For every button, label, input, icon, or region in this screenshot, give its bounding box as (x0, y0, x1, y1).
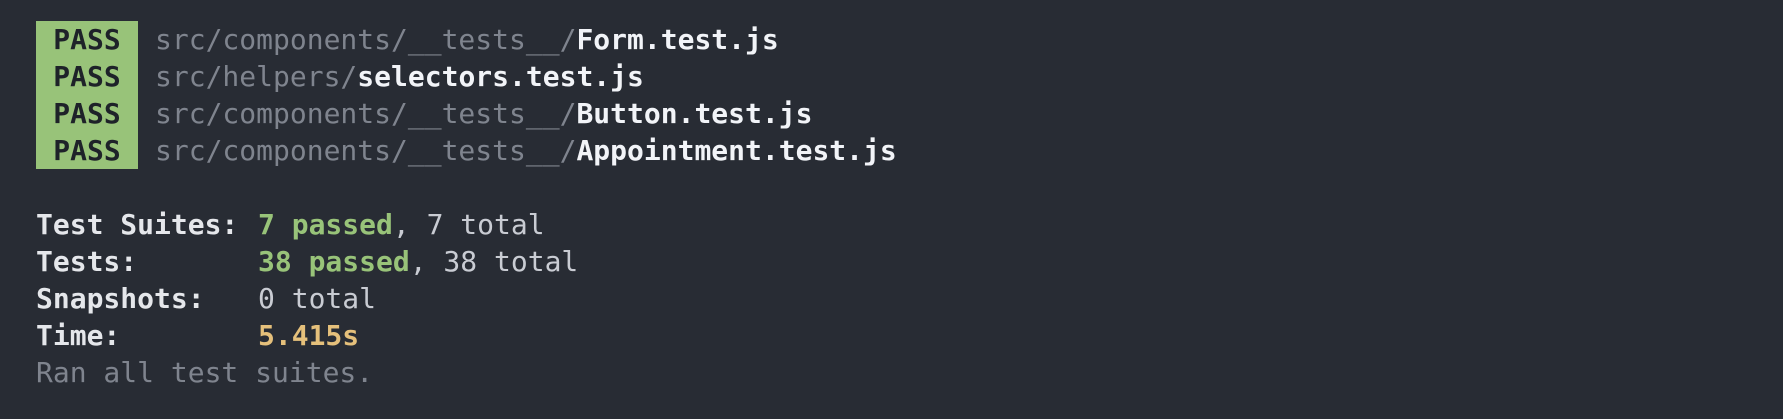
test-result-line: PASS src/helpers/ selectors.test.js (36, 58, 1783, 95)
summary-label: Snapshots: (36, 282, 205, 315)
test-result-line: PASS src/components/__tests__/ Appointme… (36, 132, 1783, 169)
test-result-line: PASS src/components/__tests__/ Form.test… (36, 21, 1783, 58)
summary-total-count: , 38 total (409, 245, 579, 278)
test-file-name: Button.test.js (576, 97, 813, 130)
test-file-directory: src/components/__tests__/ (155, 97, 577, 130)
test-file-name: Form.test.js (576, 23, 779, 56)
run-status-message: Ran all test suites. (36, 356, 374, 389)
summary-snapshot-count: 0 total (258, 282, 377, 315)
pass-badge: PASS (36, 21, 138, 58)
test-file-directory: src/components/__tests__/ (155, 134, 577, 167)
summary-time: Time: 5.415s (36, 317, 1783, 354)
summary-snapshots: Snapshots: 0 total (36, 280, 1783, 317)
summary-label: Tests: (36, 245, 138, 278)
summary-label: Time: (36, 319, 121, 352)
summary-tests: Tests: 38 passed , 38 total (36, 243, 1783, 280)
test-file-name: selectors.test.js (357, 60, 644, 93)
summary-passed-count: 7 passed (258, 208, 393, 241)
summary-passed-count: 38 passed (258, 245, 410, 278)
test-file-name: Appointment.test.js (576, 134, 897, 167)
test-file-directory: src/helpers/ (155, 60, 358, 93)
test-file-directory: src/components/__tests__/ (155, 23, 577, 56)
test-result-line: PASS src/components/__tests__/ Button.te… (36, 95, 1783, 132)
summary-test-suites: Test Suites: 7 passed , 7 total (36, 206, 1783, 243)
summary-time-value: 5.415s (258, 319, 360, 352)
pass-badge: PASS (36, 58, 138, 95)
terminal-output: PASS src/components/__tests__/ Form.test… (0, 0, 1783, 419)
pass-badge: PASS (36, 95, 138, 132)
pass-badge: PASS (36, 132, 138, 169)
summary-label: Test Suites: (36, 208, 239, 241)
summary-total-count: , 7 total (392, 208, 545, 241)
